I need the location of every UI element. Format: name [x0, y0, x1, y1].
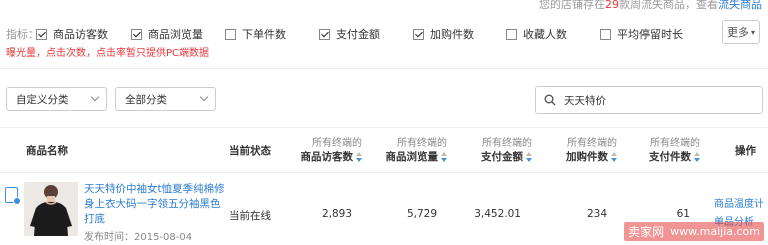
metric-label: 支付金额 — [336, 28, 380, 41]
search-input[interactable] — [564, 94, 744, 106]
header-sub: 所有终端的 — [482, 137, 532, 149]
header-main: 加购件数 — [566, 150, 608, 163]
metric-favorites[interactable]: 收藏人数 — [506, 26, 567, 42]
notice-prefix: 您的店铺存在 — [539, 0, 605, 11]
status-cell: 当前在线 — [229, 210, 271, 222]
publish-date: 发布时间：2015-08-04 — [84, 232, 193, 243]
site-watermark: 卖家网 www.maijia.com — [624, 222, 764, 241]
product-thermometer-link[interactable]: 商品温度计 — [714, 196, 764, 214]
header-sub: 所有终端的 — [312, 137, 362, 149]
metric-visitors[interactable]: 商品访客数 — [36, 26, 108, 42]
header-main: 支付金额 — [481, 150, 523, 163]
product-image-icon — [24, 182, 78, 236]
payment-cell: 3,452.01 — [474, 208, 521, 220]
checkbox-payment[interactable] — [319, 28, 330, 40]
mobile-terminal-icon — [5, 187, 21, 205]
chevron-down-icon — [90, 92, 100, 102]
header-sub: 所有终端的 — [397, 137, 447, 149]
header-sub: 所有终端的 — [567, 137, 617, 149]
chevron-down-icon: ▾ — [750, 27, 755, 37]
sort-icon[interactable] — [526, 151, 532, 162]
table-header: 商品名称 当前状态 所有终端的 商品访客数 所有终端的 商品浏览量 所有终端的 … — [0, 127, 768, 173]
header-paid-items[interactable]: 所有终端的 支付件数 — [628, 128, 700, 172]
header-payment[interactable]: 所有终端的 支付金额 — [460, 128, 532, 172]
search-icon — [544, 94, 556, 106]
product-title-link[interactable]: 天天特价中袖女t恤夏季纯棉修身上衣大码一字领五分袖黑色打底 — [84, 182, 226, 227]
header-main: 商品浏览量 — [385, 150, 439, 163]
sort-icon[interactable] — [356, 151, 362, 162]
header-status: 当前状态 — [229, 144, 271, 157]
metrics-selector: 指标： 商品访客数 商品浏览量 下单件数 支付金额 加购件数 收藏人数 平均停留… — [6, 26, 706, 42]
pc-data-warning: 曝光量，点击次数，点击率暂只提供PC端数据 — [6, 48, 210, 59]
metric-cart[interactable]: 加购件数 — [413, 26, 474, 42]
more-label: 更多 — [726, 26, 749, 39]
checkbox-favorites[interactable] — [506, 28, 517, 40]
lost-products-notice: 您的店铺存在29款周流失商品，查看流失商品 — [539, 0, 762, 12]
sort-icon[interactable] — [694, 151, 700, 162]
notice-suffix: 款周流失商品，查看 — [619, 0, 718, 11]
chevron-down-icon — [199, 92, 209, 102]
search-box[interactable] — [535, 86, 763, 114]
header-pageviews[interactable]: 所有终端的 商品浏览量 — [375, 128, 447, 172]
paid-cell: 61 — [676, 208, 690, 220]
select-value: 全部分类 — [125, 93, 167, 106]
metric-orders[interactable]: 下单件数 — [225, 26, 286, 42]
header-visitors[interactable]: 所有终端的 商品访客数 — [290, 128, 362, 172]
watermark-brand: 卖家网 — [628, 225, 665, 239]
header-main: 支付件数 — [649, 150, 691, 163]
metric-label: 平均停留时长 — [617, 28, 683, 41]
checkbox-cart[interactable] — [413, 28, 424, 40]
visitors-cell: 2,893 — [321, 208, 352, 220]
checkbox-orders[interactable] — [225, 28, 236, 40]
metric-label: 加购件数 — [430, 28, 474, 41]
checkbox-pageviews[interactable] — [131, 28, 142, 40]
metric-label: 商品浏览量 — [148, 28, 203, 41]
metrics-label: 指标： — [6, 28, 39, 41]
lost-products-link[interactable]: 流失商品 — [718, 0, 762, 11]
sort-icon[interactable] — [611, 151, 617, 162]
all-category-select[interactable]: 全部分类 — [115, 87, 216, 111]
header-product-name: 商品名称 — [26, 144, 68, 157]
metric-dwell-time[interactable]: 平均停留时长 — [600, 26, 683, 42]
metric-label: 商品访客数 — [53, 28, 108, 41]
header-main: 商品访客数 — [300, 150, 354, 163]
metric-label: 下单件数 — [242, 28, 286, 41]
metric-payment[interactable]: 支付金额 — [319, 26, 380, 42]
watermark-url: www.maijia.com — [670, 225, 760, 238]
header-ops: 操作 — [735, 144, 756, 157]
custom-category-select[interactable]: 自定义分类 — [6, 87, 107, 111]
header-sub: 所有终端的 — [650, 137, 700, 149]
checkbox-dwell-time[interactable] — [600, 28, 611, 40]
pageviews-cell: 5,729 — [406, 208, 437, 220]
section-divider — [0, 68, 768, 69]
metric-label: 收藏人数 — [523, 28, 567, 41]
header-cart[interactable]: 所有终端的 加购件数 — [545, 128, 617, 172]
notice-count: 29 — [605, 0, 619, 11]
metric-pageviews[interactable]: 商品浏览量 — [131, 26, 203, 42]
more-metrics-button[interactable]: 更多 ▾ — [722, 20, 760, 44]
product-thumbnail[interactable] — [24, 182, 78, 236]
sort-icon[interactable] — [441, 151, 447, 162]
select-value: 自定义分类 — [16, 93, 69, 106]
checkbox-visitors[interactable] — [36, 28, 47, 40]
cart-cell: 234 — [586, 208, 607, 220]
